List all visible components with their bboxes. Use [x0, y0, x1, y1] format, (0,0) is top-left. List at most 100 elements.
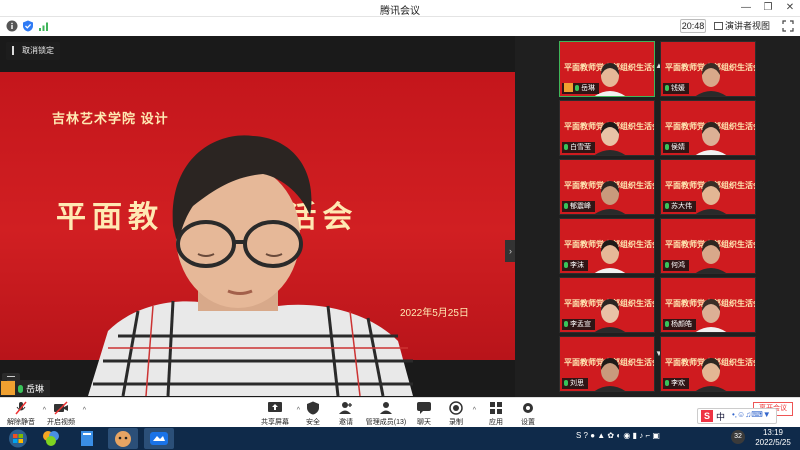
invite-button[interactable]: 邀请 [333, 401, 359, 427]
participant-video [594, 358, 626, 391]
mic-icon [564, 144, 568, 150]
notification-badge[interactable]: 32 [731, 430, 745, 444]
title-bar: 腾讯会议 — ❐ ✕ [0, 0, 800, 17]
participant-name-tag: 侯婧 [663, 142, 689, 153]
manage-members-button[interactable]: 管理成员(13) [364, 401, 408, 427]
tencent-meeting-taskbar-icon[interactable] [144, 428, 174, 449]
fullscreen-icon[interactable] [782, 20, 794, 32]
unmute-button[interactable]: 解除静音 ^ [4, 401, 46, 427]
game-app-icon[interactable] [108, 428, 138, 449]
system-tray-icons[interactable]: S ? ● ▲ ✿ ◐ ◉ ▮ ♪ ⌐ ▣ [576, 431, 660, 440]
window-title: 腾讯会议 [380, 6, 420, 17]
participant-tile[interactable]: 平面教师党支部组织生活会苏大伟 [660, 159, 756, 215]
mic-muted-icon [15, 401, 27, 415]
start-video-button[interactable]: 开启视频 ^ [44, 401, 86, 427]
chat-label: 聊天 [417, 419, 431, 426]
camera-off-icon [54, 401, 68, 415]
mic-icon [665, 85, 669, 91]
participant-name: 李沫 [570, 262, 584, 269]
participant-gallery: ▲ ▼ 平面教师党支部组织生活会岳琳平面教师党支部组织生活会钱媛平面教师党支部组… [515, 36, 800, 397]
participant-tile[interactable]: 平面教师党支部组织生活会岳琳 [559, 41, 655, 97]
record-label: 录制 [449, 419, 463, 426]
photos-app-icon[interactable] [36, 428, 66, 449]
apps-label: 应用 [489, 419, 503, 426]
collapse-gallery-button[interactable]: › [505, 240, 515, 262]
mic-icon [18, 385, 23, 393]
participant-name: 杨颜皓 [671, 321, 692, 328]
participant-tile[interactable]: 平面教师党支部组织生活会李沫 [559, 218, 655, 274]
participant-name: 岳琳 [581, 85, 595, 92]
avatar-icon [564, 83, 573, 92]
participant-name-tag: 李沫 [562, 260, 588, 271]
participant-video [594, 240, 626, 273]
ime-tools-icon: •,☺♫⌨▼ [732, 410, 771, 419]
participant-name-tag: 苏大伟 [663, 201, 696, 212]
taskbar-clock[interactable]: 13:19 2022/5/25 [748, 428, 798, 448]
apps-icon [490, 402, 502, 414]
participant-name-tag: 白雪莹 [562, 142, 595, 153]
manage-members-label: 管理成员(13) [365, 419, 407, 426]
participant-tile[interactable]: 平面教师党支部组织生活会钱媛 [660, 41, 756, 97]
participant-tile[interactable]: 平面教师党支部组织生活会侯婧 [660, 100, 756, 156]
participant-tile[interactable]: 平面教师党支部组织生活会何鸿 [660, 218, 756, 274]
shield-icon [307, 401, 319, 415]
windows-start-icon[interactable] [4, 428, 32, 449]
close-button[interactable]: ✕ [780, 1, 800, 15]
chat-button[interactable]: 聊天 [412, 401, 436, 427]
participant-name-tag: 岳琳 [562, 83, 599, 94]
participant-name: 苏大伟 [671, 203, 692, 210]
record-button[interactable]: 录制 ^ [444, 401, 476, 427]
meeting-info-bar: 20:48 演讲者视图 ▾ [0, 17, 800, 45]
speaker-name-tag: 岳琳 [0, 380, 51, 396]
security-button[interactable]: 安全 [300, 401, 326, 427]
clock-date: 2022/5/25 [755, 438, 791, 447]
participant-video [594, 299, 626, 332]
participant-name: 郁震峰 [570, 203, 591, 210]
unpin-button[interactable]: 取消锁定 [6, 42, 60, 60]
participant-name-tag: 杨颜皓 [663, 319, 696, 330]
start-video-label: 开启视频 [47, 419, 75, 426]
share-screen-button[interactable]: 共享屏幕 ^ [258, 401, 300, 427]
windows-taskbar: S ? ● ▲ ✿ ◐ ◉ ▮ ♪ ⌐ ▣ 32 13:19 2022/5/25 [0, 427, 800, 450]
invite-label: 邀请 [339, 419, 353, 426]
sogou-ime-icon: S [701, 410, 713, 422]
participant-tile[interactable]: 平面教师党支部组织生活会李孟宣 [559, 277, 655, 333]
participant-tile[interactable]: 平面教师党支部组织生活会李欢 [660, 336, 756, 392]
file-app-icon[interactable] [72, 428, 102, 449]
mic-icon [564, 321, 568, 327]
participant-tile[interactable]: 平面教师党支部组织生活会郁震峰 [559, 159, 655, 215]
members-icon [380, 402, 392, 414]
speaker-portrait [88, 135, 413, 396]
participant-name-tag: 李孟宣 [562, 319, 595, 330]
shield-icon[interactable] [22, 20, 34, 32]
mic-icon [665, 144, 669, 150]
view-switch-button[interactable]: 演讲者视图 ▾ [714, 19, 776, 45]
settings-button[interactable]: 设置 [516, 401, 540, 427]
maximize-button[interactable]: ❐ [758, 1, 778, 15]
participant-name-tag: 李欢 [663, 378, 689, 389]
participant-video [695, 63, 727, 96]
participant-tile[interactable]: 平面教师党支部组织生活会白雪莹 [559, 100, 655, 156]
participant-video [695, 181, 727, 214]
meeting-duration: 20:48 [680, 19, 706, 33]
participant-name-tag: 郁震峰 [562, 201, 595, 212]
mic-icon [564, 203, 568, 209]
participant-video [695, 122, 727, 155]
participant-tile[interactable]: 平面教师党支部组织生活会杨颜皓 [660, 277, 756, 333]
mic-icon [665, 380, 669, 386]
info-icon[interactable] [6, 20, 18, 32]
mic-icon [575, 85, 579, 91]
mic-icon [665, 321, 669, 327]
apps-button[interactable]: 应用 [484, 401, 508, 427]
gear-icon [523, 403, 533, 413]
signal-icon[interactable] [38, 20, 50, 32]
participant-tile[interactable]: 平面教师党支部组织生活会刘思 [559, 336, 655, 392]
record-icon [449, 401, 463, 415]
input-method-bar[interactable]: S 中 •,☺♫⌨▼ [697, 408, 777, 424]
unmute-label: 解除静音 [7, 419, 35, 426]
mic-icon [564, 380, 568, 386]
minimize-button[interactable]: — [736, 1, 756, 15]
speaker-name: 岳琳 [26, 384, 45, 394]
settings-label: 设置 [521, 419, 535, 426]
main-video[interactable]: 吉林艺术学院 设计 平面教 组织生活会 2022年5月25日 取消锁定 › [0, 36, 515, 397]
